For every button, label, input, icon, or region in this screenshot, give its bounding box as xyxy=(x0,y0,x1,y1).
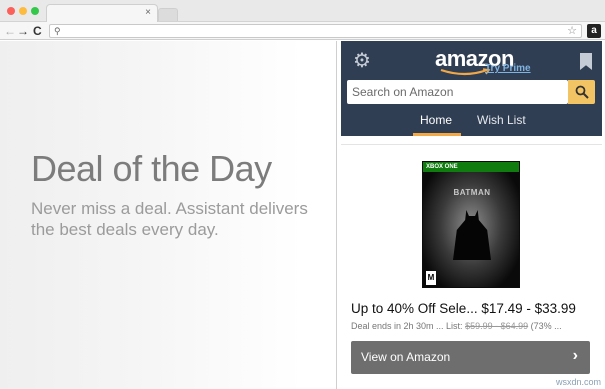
gear-icon[interactable]: ⚙ xyxy=(353,51,371,71)
divider xyxy=(341,144,602,145)
forward-arrow-icon[interactable]: → xyxy=(17,23,29,39)
game-title: BATMAN xyxy=(453,188,491,197)
browser-tab-bar: × xyxy=(0,0,605,22)
star-icon[interactable]: ☆ xyxy=(567,24,577,37)
tab-wish-list[interactable]: Wish List xyxy=(477,113,526,127)
platform-band: XBOX ONE xyxy=(423,162,519,172)
browser-toolbar: ← → C ⚲ ☆ a xyxy=(0,22,605,40)
active-tab-indicator xyxy=(413,133,461,136)
tab-close-icon[interactable]: × xyxy=(145,7,151,18)
new-tab-button[interactable] xyxy=(158,8,178,21)
address-bar[interactable]: ⚲ ☆ xyxy=(49,24,582,38)
reload-icon[interactable]: C xyxy=(33,23,42,39)
amazon-extension-icon[interactable]: a xyxy=(587,24,601,38)
page-subtitle: Never miss a deal. Assistant delivers th… xyxy=(31,199,308,239)
search-input[interactable]: Search on Amazon xyxy=(347,80,568,104)
maximize-window-button[interactable] xyxy=(31,7,39,15)
close-window-button[interactable] xyxy=(7,7,15,15)
deal-percent: (73% ... xyxy=(528,321,562,331)
deal-ends: Deal ends in 2h 30m ... List: xyxy=(351,321,466,331)
back-arrow-icon[interactable]: ← xyxy=(4,23,16,39)
tab-home[interactable]: Home xyxy=(420,113,452,127)
deal-title[interactable]: Up to 40% Off Sele... $17.49 - $33.99 xyxy=(351,301,576,316)
search-placeholder: Search on Amazon xyxy=(352,85,454,99)
search-icon xyxy=(575,85,589,99)
watermark: wsxdn.com xyxy=(555,377,601,387)
extension-popup: ⚙ amazon Try Prime Search on Amazon Home… xyxy=(336,41,605,389)
search-button[interactable] xyxy=(568,80,595,104)
chevron-right-icon: › xyxy=(572,347,578,364)
amazon-smile-icon xyxy=(440,68,491,76)
view-button-label: View on Amazon xyxy=(361,350,451,364)
search-icon: ⚲ xyxy=(54,26,61,36)
page-title: Deal of the Day xyxy=(31,148,272,189)
deal-meta: Deal ends in 2h 30m ... List: $59.99 - $… xyxy=(351,321,562,331)
view-on-amazon-button[interactable]: View on Amazon › xyxy=(351,341,590,374)
esrb-rating-badge: M xyxy=(426,271,436,285)
browser-tab[interactable]: × xyxy=(46,4,158,22)
bookmark-icon[interactable] xyxy=(580,53,592,70)
popup-header: ⚙ amazon Try Prime Search on Amazon Home… xyxy=(341,41,602,136)
product-image[interactable]: XBOX ONE BATMAN M xyxy=(422,161,520,288)
promo-page: Deal of the Day Never miss a deal. Assis… xyxy=(0,41,336,389)
try-prime-link[interactable]: Try Prime xyxy=(485,63,531,74)
minimize-window-button[interactable] xyxy=(19,7,27,15)
list-price: $59.99 - $64.99 xyxy=(465,321,529,331)
